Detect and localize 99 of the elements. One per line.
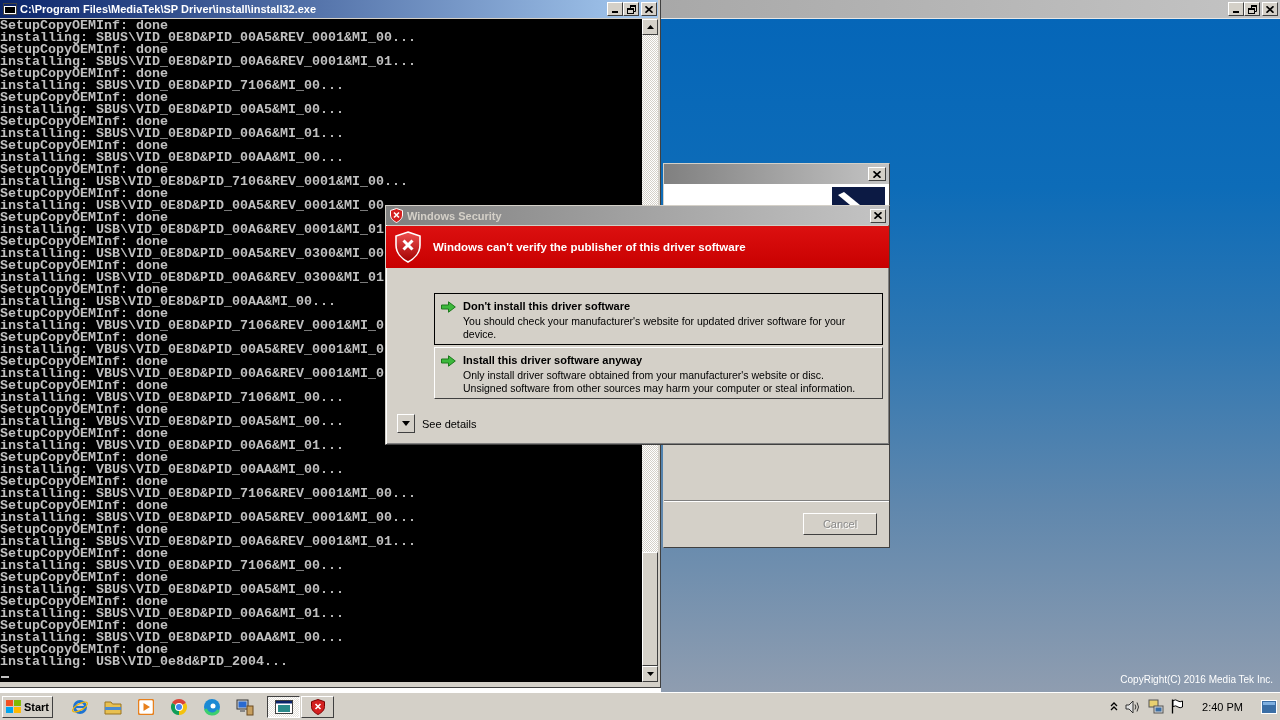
- console-line: SetupCopyOEMInf: done: [0, 260, 168, 272]
- console-line: SetupCopyOEMInf: done: [0, 140, 168, 152]
- console-line: SetupCopyOEMInf: done: [0, 428, 168, 440]
- console-line: SetupCopyOEMInf: done: [0, 332, 168, 344]
- console-line: installing: USB\VID_0E8D&PID_7106&REV_0001&MI_00...: [0, 176, 408, 188]
- swirl-icon[interactable]: [202, 697, 221, 716]
- warning-heading: Windows can't verify the publisher of this driver software: [433, 241, 746, 253]
- console-line: installing: VBUS\VID_0E8D&PID_00A5&REV_0001&MI_0: [0, 344, 384, 356]
- console-line: installing: VBUS\VID_0E8D&PID_00A6&MI_01...: [0, 440, 344, 452]
- restore-icon: [1247, 4, 1257, 14]
- minimize-icon: [1233, 11, 1239, 13]
- up-arrow-icon: [646, 25, 654, 29]
- console-line: installing: SBUS\VID_0E8D&PID_00A5&MI_00...: [0, 104, 344, 116]
- speaker-icon[interactable]: [1125, 699, 1142, 714]
- desktop-icon[interactable]: [1261, 699, 1277, 714]
- start-button[interactable]: Start: [2, 695, 53, 718]
- minimize-icon: [612, 11, 618, 13]
- console-line: installing: SBUS\VID_0E8D&PID_00A5&REV_0001&MI_00...: [0, 512, 416, 524]
- console-line: installing: SBUS\VID_0E8D&PID_7106&REV_0001&MI_00...: [0, 488, 416, 500]
- scroll-up-button[interactable]: [642, 19, 658, 35]
- console-line: installing: USB\VID_0E8D&PID_00A5&REV_0001&MI_00: [0, 200, 384, 212]
- console-line: installing: VBUS\VID_0E8D&PID_00A6&REV_0001&MI_0: [0, 368, 384, 380]
- console-line: SetupCopyOEMInf: done: [0, 500, 168, 512]
- console-line: SetupCopyOEMInf: done: [0, 524, 168, 536]
- console-line: SetupCopyOEMInf: done: [0, 596, 168, 608]
- computer-box-icon[interactable]: [235, 697, 254, 716]
- option-button[interactable]: Don't install this driver software You should check your manufacturer's website for updated driver software for your device.: [434, 293, 883, 345]
- console-line: installing: SBUS\VID_0E8D&PID_00A6&REV_0001&MI_01...: [0, 536, 416, 548]
- arrow-right-icon: [441, 355, 456, 367]
- console-line: SetupCopyOEMInf: done: [0, 284, 168, 296]
- console-line: SetupCopyOEMInf: done: [0, 20, 168, 32]
- close-button[interactable]: [641, 2, 657, 16]
- window-title: Windows Security: [407, 209, 502, 222]
- down-arrow-icon: [646, 672, 654, 676]
- console-line: installing: USB\VID_0E8D&PID_00A5&REV_0300&MI_00: [0, 248, 384, 260]
- console-line: installing: SBUS\VID_0E8D&PID_00A5&REV_0001&MI_00...: [0, 32, 416, 44]
- console-icon: [3, 3, 17, 15]
- details-button[interactable]: See details: [397, 414, 477, 433]
- windows-flag-icon: [6, 700, 21, 713]
- play-tile-icon[interactable]: [137, 698, 154, 715]
- chevron-up-icon[interactable]: [1110, 702, 1119, 711]
- close-icon: [874, 212, 882, 219]
- console-line: installing: USB\VID_0E8D&PID_00AA&MI_00...: [0, 296, 336, 308]
- console-line: installing: SBUS\VID_0E8D&PID_00A6&MI_01...: [0, 128, 344, 140]
- console-line: SetupCopyOEMInf: done: [0, 188, 168, 200]
- restore-icon: [626, 4, 636, 14]
- console-line: installing: SBUS\VID_0E8D&PID_00A6&MI_01...: [0, 608, 344, 620]
- console-line: SetupCopyOEMInf: done: [0, 212, 168, 224]
- console-line: SetupCopyOEMInf: done: [0, 548, 168, 560]
- console-line: SetupCopyOEMInf: done: [0, 620, 168, 632]
- console-line: SetupCopyOEMInf: done: [0, 356, 168, 368]
- close-icon: [645, 5, 653, 13]
- restore-button[interactable]: [623, 2, 639, 16]
- console-line: SetupCopyOEMInf: done: [0, 644, 168, 656]
- clock-text[interactable]: 2:40 PM: [1202, 700, 1243, 713]
- console-line: SetupCopyOEMInf: done: [0, 452, 168, 464]
- console-line: installing: USB\VID_0E8D&PID_00A6&REV_0300&MI_01: [0, 272, 384, 284]
- console-line: SetupCopyOEMInf: done: [0, 404, 168, 416]
- console-line: SetupCopyOEMInf: done: [0, 476, 168, 488]
- console-line: installing: SBUS\VID_0E8D&PID_00A5&MI_00...: [0, 584, 344, 596]
- caret-down-icon: [397, 414, 415, 433]
- copyright-text: CopyRight(C) 2016 Media Tek Inc.: [1120, 674, 1273, 685]
- scrollbar-thumb[interactable]: [642, 552, 658, 666]
- console-line: installing: VBUS\VID_0E8D&PID_7106&REV_0001&MI_0: [0, 320, 384, 332]
- console-line: installing: SBUS\VID_0E8D&PID_00A6&REV_0001&MI_01...: [0, 56, 416, 68]
- shield-error-icon: [390, 208, 403, 223]
- console-line: installing: VBUS\VID_0E8D&PID_00A5&MI_00...: [0, 416, 344, 428]
- taskbar-button[interactable]: [267, 695, 300, 718]
- ring-orbit-icon[interactable]: [70, 697, 89, 716]
- network-icon[interactable]: [1148, 698, 1165, 715]
- flag-icon[interactable]: [1171, 699, 1184, 714]
- console-line: installing: VBUS\VID_0E8D&PID_7106&MI_00...: [0, 392, 344, 404]
- minimize-button[interactable]: [607, 2, 623, 16]
- window-title: C:\Program Files\MediaTek\SP Driver\install\install32.exe: [20, 3, 317, 15]
- console-line: SetupCopyOEMInf: done: [0, 572, 168, 584]
- console-line: SetupCopyOEMInf: done: [0, 164, 168, 176]
- close-icon: [873, 170, 881, 178]
- console-line: SetupCopyOEMInf: done: [0, 236, 168, 248]
- console-line: installing: SBUS\VID_0E8D&PID_00AA&MI_00...: [0, 152, 344, 164]
- console-line: installing: SBUS\VID_0E8D&PID_7106&MI_00...: [0, 80, 344, 92]
- console-line: SetupCopyOEMInf: done: [0, 308, 168, 320]
- console-line: installing: SBUS\VID_0E8D&PID_7106&MI_00...: [0, 560, 344, 572]
- option-button[interactable]: Install this driver software anyway Only install driver software obtained from your manufacturer's website or disc. Unsigned software from other sources may harm your computer or steal information.: [434, 347, 883, 399]
- console-line: installing: USB\VID_0E8D&PID_00A6&REV_0001&MI_01: [0, 224, 384, 236]
- shield-error-icon: [395, 231, 421, 263]
- console-line: SetupCopyOEMInf: done: [0, 44, 168, 56]
- console-line: SetupCopyOEMInf: done: [0, 380, 168, 392]
- tricolor-circle-icon[interactable]: [169, 697, 188, 716]
- close-icon: [1266, 5, 1274, 13]
- arrow-right-icon: [441, 301, 456, 313]
- window-icon: [274, 699, 293, 714]
- scroll-down-button[interactable]: [642, 666, 658, 682]
- shield-error-icon: [310, 698, 325, 715]
- console-line: installing: SBUS\VID_0E8D&PID_00AA&MI_00...: [0, 632, 344, 644]
- console-line: installing: VBUS\VID_0E8D&PID_00AA&MI_00...: [0, 464, 344, 476]
- console-line: SetupCopyOEMInf: done: [0, 68, 168, 80]
- console-line: installing: USB\VID_0e8d&PID_2004...: [0, 656, 288, 668]
- console-line: SetupCopyOEMInf: done: [0, 92, 168, 104]
- console-line: SetupCopyOEMInf: done: [0, 116, 168, 128]
